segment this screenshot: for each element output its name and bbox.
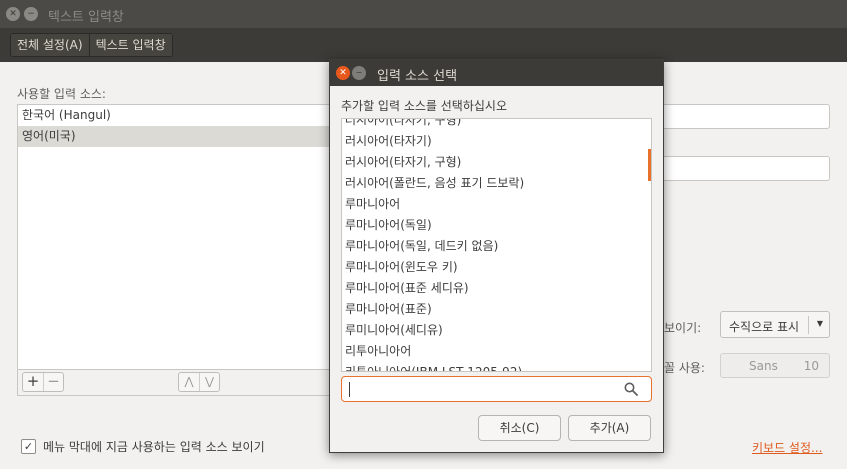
list-item[interactable]: 루마니아어(독일, 데드키 없음): [342, 236, 651, 257]
close-window-icon[interactable]: ✕: [6, 7, 20, 21]
show-in-menu-checkbox[interactable]: ✓: [21, 438, 36, 454]
list-item[interactable]: 러시아어(타자기, 구형): [342, 152, 651, 173]
tab-bar: 전체 설정(A) 텍스트 입력창: [10, 33, 173, 57]
combo-separator: [808, 316, 809, 334]
list-item[interactable]: 러시아어(폴란드, 음성 표기 드보락): [342, 173, 651, 194]
search-input[interactable]: [341, 376, 652, 402]
sources-label: 사용할 입력 소스:: [17, 87, 106, 101]
text-caret: [349, 382, 350, 397]
candidate-orientation-combo[interactable]: 수직으로 표시 ▼: [720, 311, 830, 338]
reorder-group: ⋀ ⋁: [178, 372, 220, 392]
list-item[interactable]: 루마니아어(표준 세디유): [342, 278, 651, 299]
add-source-button[interactable]: +: [23, 373, 43, 391]
close-icon[interactable]: ✕: [336, 66, 350, 80]
font-name: Sans: [749, 359, 778, 373]
list-item[interactable]: 루마니아어: [342, 194, 651, 215]
language-list[interactable]: 러시아어(타자기, 구형) 러시아어(타자기) 러시아어(타자기, 구형) 러시…: [341, 118, 652, 372]
move-up-button[interactable]: ⋀: [179, 373, 199, 391]
font-button[interactable]: Sans 10: [720, 353, 830, 378]
scrollbar-thumb[interactable]: [648, 149, 651, 181]
show-in-menu-label: 메뉴 막대에 지금 사용하는 입력 소스 보이기: [43, 439, 265, 454]
list-item[interactable]: 루마니아어(독일): [342, 215, 651, 236]
chevron-down-icon: ▼: [816, 319, 823, 328]
custom-font-label: 꼴 사용:: [664, 361, 705, 375]
list-item[interactable]: 리투아니아어: [342, 341, 651, 362]
input-source-list[interactable]: 한국어 (Hangul) 영어(미국): [17, 104, 330, 370]
move-down-button[interactable]: ⋁: [199, 373, 219, 391]
add-button[interactable]: 추가(A): [568, 415, 651, 441]
list-item[interactable]: 루마니아어(표준): [342, 299, 651, 320]
dialog-title: 입력 소스 선택: [377, 69, 458, 84]
dialog-prompt: 추가할 입력 소스를 선택하십시오: [341, 99, 508, 113]
main-titlebar: ✕ − 텍스트 입력창: [0, 0, 847, 28]
minimize-window-icon[interactable]: −: [24, 7, 38, 21]
font-size: 10: [803, 359, 819, 373]
list-item[interactable]: 루미니아어(세디유): [342, 320, 651, 341]
list-item[interactable]: 영어(미국): [18, 126, 329, 147]
cancel-button[interactable]: 취소(C): [478, 415, 561, 441]
language-list-content: 러시아어(타자기, 구형) 러시아어(타자기) 러시아어(타자기, 구형) 러시…: [342, 119, 651, 371]
dialog-titlebar: ✕ − 입력 소스 선택: [330, 60, 663, 86]
tab-general-settings[interactable]: 전체 설정(A): [11, 34, 89, 56]
list-item[interactable]: 러시아어(타자기): [342, 131, 651, 152]
list-item[interactable]: 루마니아어(윈도우 키): [342, 257, 651, 278]
shortcut-field-2[interactable]: [654, 156, 830, 181]
list-item[interactable]: 리투아니아어(IBM LST 1205-92): [342, 362, 651, 371]
list-item[interactable]: 러시아어(타자기, 구형): [342, 119, 651, 131]
add-remove-group: + −: [22, 372, 64, 392]
show-in-menu-row[interactable]: ✓ 메뉴 막대에 지금 사용하는 입력 소스 보이기: [21, 438, 265, 454]
input-source-dialog: ✕ − 입력 소스 선택 추가할 입력 소스를 선택하십시오 러시아어(타자기,…: [329, 59, 664, 453]
list-toolbar: + − ⋀ ⋁: [17, 370, 330, 396]
list-item[interactable]: 한국어 (Hangul): [18, 105, 329, 126]
toolbar: 전체 설정(A) 텍스트 입력창: [0, 28, 847, 62]
keyboard-settings-link[interactable]: 키보드 설정...: [752, 439, 822, 456]
search-icon[interactable]: [624, 382, 638, 396]
minimize-icon[interactable]: −: [352, 66, 366, 80]
remove-source-button[interactable]: −: [43, 373, 63, 391]
combo-value: 수직으로 표시: [729, 320, 800, 334]
tab-text-input[interactable]: 텍스트 입력창: [88, 34, 172, 56]
candidate-orientation-label: 보이기:: [664, 321, 702, 335]
shortcut-field-1[interactable]: [654, 104, 830, 129]
window-title: 텍스트 입력창: [48, 10, 124, 25]
